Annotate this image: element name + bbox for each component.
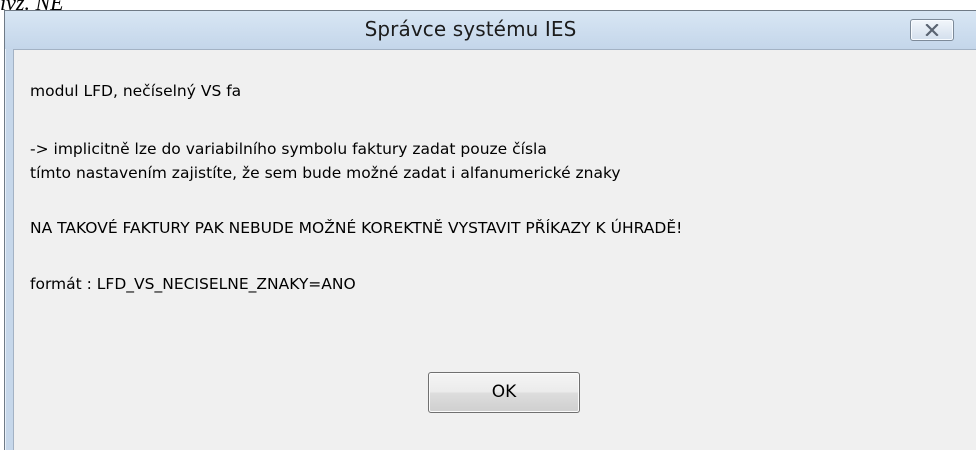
message-line-module: modul LFD, nečíselný VS fa <box>30 82 242 100</box>
dialog-titlebar[interactable]: Správce systému IES <box>5 11 976 49</box>
message-line-default-behavior: -> implicitně lze do variabilního symbol… <box>30 140 547 158</box>
dialog-content: modul LFD, nečíselný VS fa -> implicitně… <box>13 49 976 450</box>
message-dialog: Správce systému IES modul LFD, nečíselný… <box>4 10 976 450</box>
message-line-warning: NA TAKOVÉ FAKTURY PAK NEBUDE MOŽNÉ KOREK… <box>30 219 683 237</box>
dialog-title: Správce systému IES <box>364 17 577 41</box>
close-x-icon <box>925 24 939 36</box>
close-button[interactable] <box>910 19 954 41</box>
ok-button[interactable]: OK <box>428 372 580 413</box>
message-line-setting-effect: tímto nastavením zajistíte, že sem bude … <box>30 164 621 182</box>
message-line-format: formát : LFD_VS_NECISELNE_ZNAKY=ANO <box>30 275 356 293</box>
